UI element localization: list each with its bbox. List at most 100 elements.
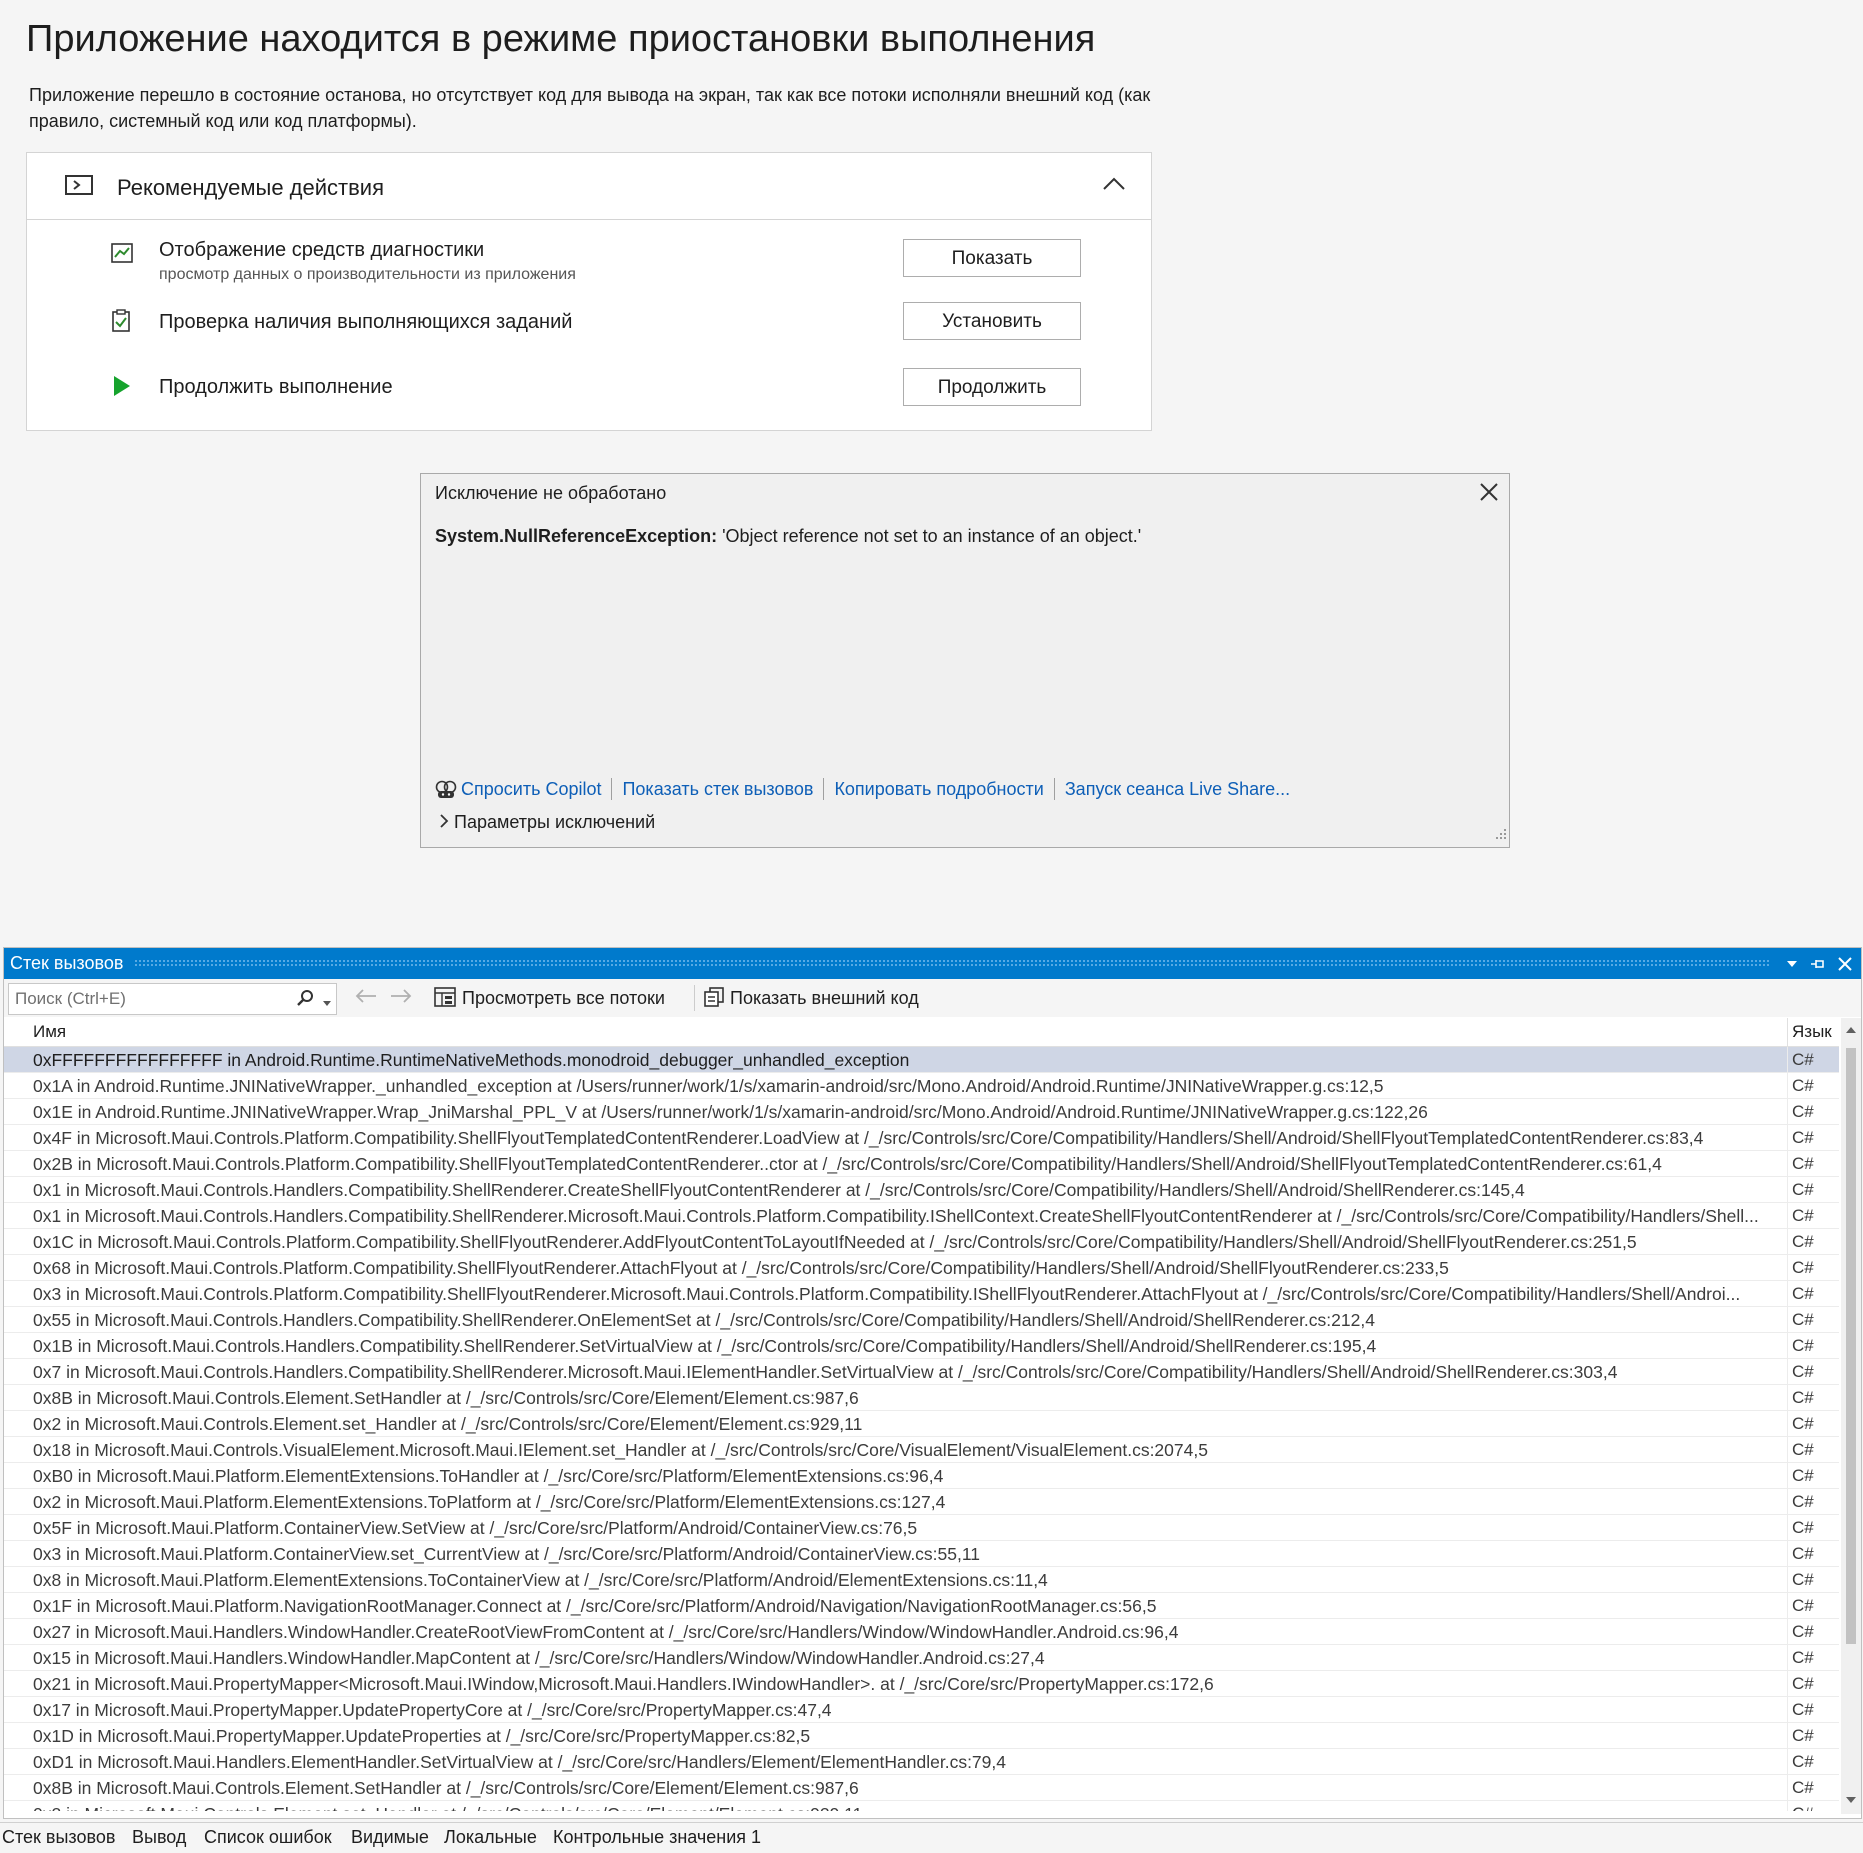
- table-row[interactable]: 0x3 in Microsoft.Maui.Platform.Container…: [4, 1541, 1839, 1567]
- table-row[interactable]: 0x55 in Microsoft.Maui.Controls.Handlers…: [4, 1307, 1839, 1333]
- table-row[interactable]: 0x1B in Microsoft.Maui.Controls.Handlers…: [4, 1333, 1839, 1359]
- table-row[interactable]: 0x1D in Microsoft.Maui.PropertyMapper.Up…: [4, 1723, 1839, 1749]
- recommended-actions-header[interactable]: Рекомендуемые действия: [27, 153, 1151, 220]
- table-row[interactable]: 0x17 in Microsoft.Maui.PropertyMapper.Up…: [4, 1697, 1839, 1723]
- frame-language: C#: [1792, 1076, 1814, 1095]
- column-divider: [1787, 1723, 1788, 1749]
- exception-settings-expander[interactable]: Параметры исключений: [439, 812, 655, 833]
- table-row[interactable]: 0x2B in Microsoft.Maui.Controls.Platform…: [4, 1151, 1839, 1177]
- table-row[interactable]: 0x1 in Microsoft.Maui.Controls.Handlers.…: [4, 1177, 1839, 1203]
- exception-type: System.NullReferenceException:: [435, 526, 718, 546]
- show-call-stack-link[interactable]: Показать стек вызовов: [622, 779, 813, 800]
- action-continue: Продолжить выполнение Продолжить: [27, 357, 1151, 423]
- frame-name: 0x1E in Android.Runtime.JNINativeWrapper…: [33, 1102, 1428, 1122]
- table-row[interactable]: 0xB0 in Microsoft.Maui.Platform.ElementE…: [4, 1463, 1839, 1489]
- table-row[interactable]: 0x2 in Microsoft.Maui.Platform.ElementEx…: [4, 1489, 1839, 1515]
- table-row[interactable]: 0x21 in Microsoft.Maui.PropertyMapper<Mi…: [4, 1671, 1839, 1697]
- frame-language: C#: [1792, 1336, 1814, 1355]
- call-stack-window: Стек вызовов Поиск (Ctrl+E) Просмотреть …: [3, 947, 1862, 1819]
- column-divider: [1787, 1697, 1788, 1723]
- frame-language: C#: [1792, 1232, 1814, 1251]
- exception-settings-label: Параметры исключений: [454, 812, 656, 832]
- table-row[interactable]: 0x1A in Android.Runtime.JNINativeWrapper…: [4, 1073, 1839, 1099]
- vertical-scrollbar[interactable]: [1841, 1018, 1861, 1814]
- frame-name: 0x4F in Microsoft.Maui.Controls.Platform…: [33, 1128, 1704, 1148]
- table-row[interactable]: 0x1E in Android.Runtime.JNINativeWrapper…: [4, 1099, 1839, 1125]
- table-row[interactable]: 0xFFFFFFFFFFFFFFFF in Android.Runtime.Ru…: [4, 1047, 1839, 1073]
- table-row[interactable]: 0x1 in Microsoft.Maui.Controls.Handlers.…: [4, 1203, 1839, 1229]
- table-row[interactable]: 0xD1 in Microsoft.Maui.Handlers.ElementH…: [4, 1749, 1839, 1775]
- table-row[interactable]: 0x15 in Microsoft.Maui.Handlers.WindowHa…: [4, 1645, 1839, 1671]
- column-divider: [1787, 1489, 1788, 1515]
- table-row[interactable]: 0x8B in Microsoft.Maui.Controls.Element.…: [4, 1385, 1839, 1411]
- scroll-up-icon[interactable]: [1845, 1022, 1857, 1040]
- table-row[interactable]: 0x8 in Microsoft.Maui.Platform.ElementEx…: [4, 1567, 1839, 1593]
- table-row[interactable]: 0x3 in Microsoft.Maui.Controls.Platform.…: [4, 1281, 1839, 1307]
- frame-name: 0x18 in Microsoft.Maui.Controls.VisualEl…: [33, 1440, 1208, 1460]
- live-share-link[interactable]: Запуск сеанса Live Share...: [1065, 779, 1290, 800]
- show-button[interactable]: Показать: [903, 239, 1081, 277]
- install-button[interactable]: Установить: [903, 302, 1081, 340]
- tab-call-stack[interactable]: Стек вызовов: [2, 1827, 115, 1848]
- column-divider: [1787, 1281, 1788, 1307]
- forward-arrow-icon[interactable]: [389, 988, 413, 1009]
- ask-copilot-link[interactable]: Спросить Copilot: [461, 779, 601, 800]
- table-row[interactable]: 0x18 in Microsoft.Maui.Controls.VisualEl…: [4, 1437, 1839, 1463]
- column-header-language[interactable]: Язык: [1792, 1022, 1832, 1042]
- call-stack-title: Стек вызовов: [10, 953, 124, 973]
- link-separator: [611, 778, 613, 800]
- pin-icon[interactable]: [1809, 953, 1827, 978]
- frame-language: C#: [1792, 1596, 1814, 1615]
- table-row[interactable]: 0x2 in Microsoft.Maui.Controls.Element.s…: [4, 1801, 1839, 1811]
- frame-language: C#: [1792, 1180, 1814, 1199]
- frame-name: 0x55 in Microsoft.Maui.Controls.Handlers…: [33, 1310, 1375, 1330]
- close-icon[interactable]: [1477, 480, 1501, 504]
- table-row[interactable]: 0x1C in Microsoft.Maui.Controls.Platform…: [4, 1229, 1839, 1255]
- search-options-chevron-icon[interactable]: [322, 995, 332, 1013]
- column-header-name[interactable]: Имя: [33, 1022, 66, 1042]
- frame-name: 0x17 in Microsoft.Maui.PropertyMapper.Up…: [33, 1700, 832, 1720]
- tab-autos[interactable]: Видимые: [351, 1827, 429, 1848]
- chevron-up-icon[interactable]: [1103, 177, 1125, 196]
- column-divider[interactable]: [1787, 1018, 1788, 1046]
- resize-grip-icon[interactable]: [1493, 826, 1507, 845]
- recommended-actions-panel: Рекомендуемые действия Отображение средс…: [26, 152, 1152, 431]
- dropdown-icon[interactable]: [1785, 953, 1799, 976]
- table-row[interactable]: 0x4F in Microsoft.Maui.Controls.Platform…: [4, 1125, 1839, 1151]
- frame-name: 0x8 in Microsoft.Maui.Platform.ElementEx…: [33, 1570, 1048, 1590]
- table-row[interactable]: 0x68 in Microsoft.Maui.Controls.Platform…: [4, 1255, 1839, 1281]
- continue-button[interactable]: Продолжить: [903, 368, 1081, 406]
- frame-name: 0x1 in Microsoft.Maui.Controls.Handlers.…: [33, 1180, 1525, 1200]
- task-check-icon: [111, 309, 131, 338]
- external-code-icon: [704, 987, 724, 1012]
- search-icon[interactable]: [296, 989, 314, 1012]
- frame-language: C#: [1792, 1801, 1814, 1811]
- show-external-code-button[interactable]: Показать внешний код: [704, 987, 919, 1012]
- table-row[interactable]: 0x8B in Microsoft.Maui.Controls.Element.…: [4, 1775, 1839, 1801]
- call-stack-titlebar[interactable]: Стек вызовов: [4, 948, 1861, 979]
- table-row[interactable]: 0x2 in Microsoft.Maui.Controls.Element.s…: [4, 1411, 1839, 1437]
- tab-watch-1[interactable]: Контрольные значения 1: [553, 1827, 761, 1848]
- frame-name: 0x1B in Microsoft.Maui.Controls.Handlers…: [33, 1336, 1377, 1356]
- scrollbar-thumb[interactable]: [1846, 1048, 1856, 1644]
- back-arrow-icon[interactable]: [354, 988, 378, 1009]
- scroll-down-icon[interactable]: [1845, 1792, 1857, 1810]
- column-divider: [1787, 1515, 1788, 1541]
- tab-error-list[interactable]: Список ошибок: [204, 1827, 332, 1848]
- table-row[interactable]: 0x27 in Microsoft.Maui.Handlers.WindowHa…: [4, 1619, 1839, 1645]
- search-input[interactable]: Поиск (Ctrl+E): [8, 983, 337, 1015]
- close-icon[interactable]: [1837, 953, 1853, 977]
- table-row[interactable]: 0x7 in Microsoft.Maui.Controls.Handlers.…: [4, 1359, 1839, 1385]
- frame-language: C#: [1792, 1128, 1814, 1147]
- column-divider: [1787, 1645, 1788, 1671]
- column-divider: [1787, 1255, 1788, 1281]
- copy-details-link[interactable]: Копировать подробности: [834, 779, 1043, 800]
- tab-output[interactable]: Вывод: [132, 1827, 186, 1848]
- tab-locals[interactable]: Локальные: [444, 1827, 537, 1848]
- frame-name: 0x8B in Microsoft.Maui.Controls.Element.…: [33, 1778, 859, 1798]
- table-row[interactable]: 0x1F in Microsoft.Maui.Platform.Navigati…: [4, 1593, 1839, 1619]
- view-all-threads-button[interactable]: Просмотреть все потоки: [434, 987, 665, 1012]
- column-divider: [1787, 1333, 1788, 1359]
- table-row[interactable]: 0x5F in Microsoft.Maui.Platform.Containe…: [4, 1515, 1839, 1541]
- frame-name: 0x2B in Microsoft.Maui.Controls.Platform…: [33, 1154, 1662, 1174]
